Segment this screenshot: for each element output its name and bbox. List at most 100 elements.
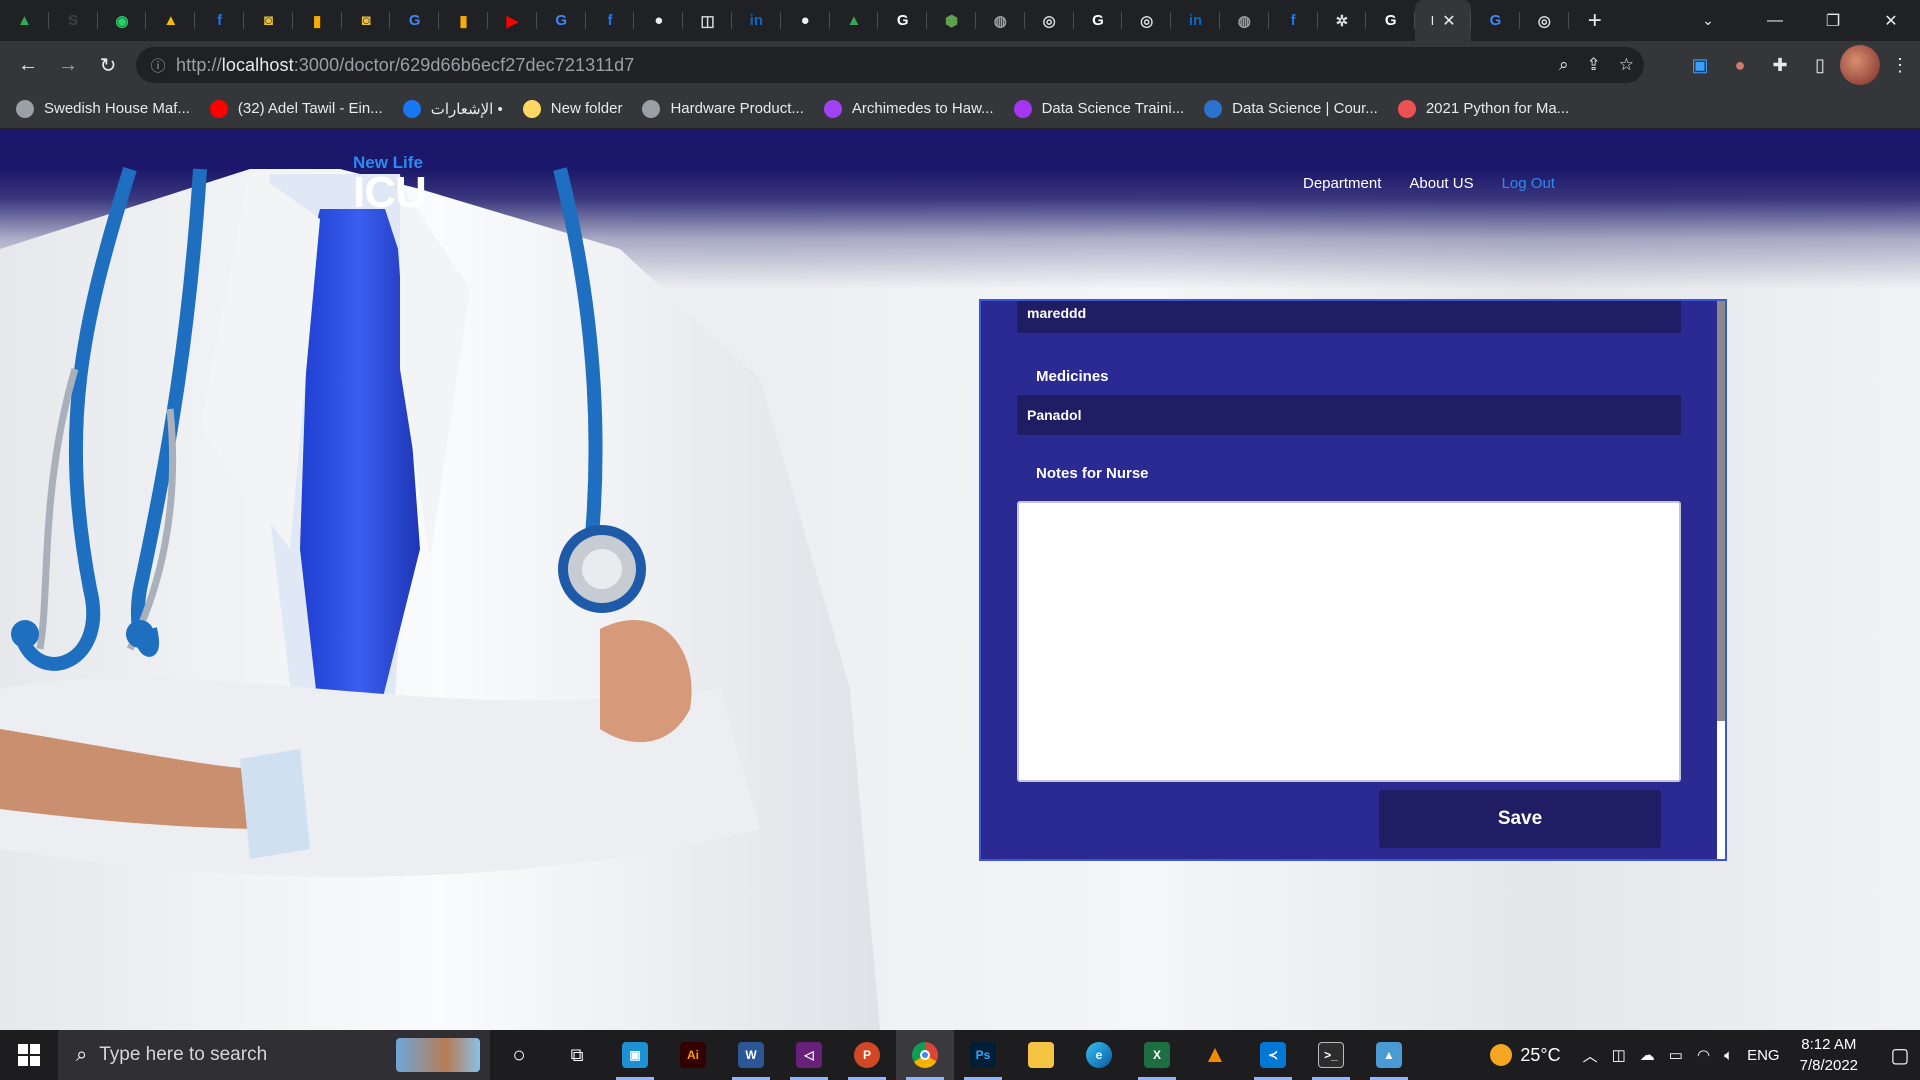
battery-icon[interactable]: ▭ (1669, 1046, 1683, 1064)
powerpoint-icon[interactable]: P (838, 1030, 896, 1080)
chrome-icon[interactable] (896, 1030, 954, 1080)
profile-avatar[interactable] (1840, 45, 1880, 85)
browser-tab[interactable]: ✲ (1318, 0, 1367, 41)
onedrive-icon[interactable]: ☁ (1640, 1046, 1655, 1064)
extension-blue-icon[interactable]: ▣ (1680, 45, 1720, 85)
nav-department-link[interactable]: Department (1303, 175, 1381, 192)
browser-tab[interactable]: ▮ (293, 0, 342, 41)
vlc-icon[interactable]: ▲ (1186, 1030, 1244, 1080)
bookmark-item[interactable]: الإشعارات • (402, 99, 503, 118)
panel-scrollbar[interactable] (1717, 301, 1725, 859)
browser-tab[interactable]: ◙ (342, 0, 391, 41)
browser-tab[interactable]: ⬢ (927, 0, 976, 41)
browser-tab[interactable]: G (878, 0, 927, 41)
photos-icon[interactable]: ▲ (1360, 1030, 1418, 1080)
meet-now-icon[interactable]: ◫ (1612, 1046, 1626, 1064)
browser-tab[interactable]: G (1471, 0, 1520, 41)
terminal-icon[interactable]: >_ (1302, 1030, 1360, 1080)
browser-tab[interactable]: ▲ (0, 0, 49, 41)
bookmark-item[interactable]: (32) Adel Tawil - Ein... (209, 99, 383, 118)
browser-tab[interactable]: G (390, 0, 439, 41)
browser-tab[interactable]: ◎ (1520, 0, 1569, 41)
forward-icon[interactable]: → (48, 45, 88, 85)
tray-chevron-icon[interactable]: ︿ (1583, 1045, 1598, 1066)
close-tab-icon[interactable]: ✕ (1442, 11, 1455, 31)
menu-dots-icon[interactable]: ⋮ (1880, 45, 1920, 85)
minimize-icon[interactable]: — (1746, 0, 1804, 41)
diagnosis-input[interactable]: mareddd (1017, 301, 1681, 333)
start-button[interactable] (0, 1030, 58, 1080)
browser-tab[interactable]: ▶ (488, 0, 537, 41)
browser-tab[interactable]: ◫ (683, 0, 732, 41)
browser-tab-active[interactable]: I ✕ (1415, 0, 1472, 41)
word-icon[interactable]: W (722, 1030, 780, 1080)
browser-tab[interactable]: f (586, 0, 635, 41)
browser-tab[interactable]: G (1074, 0, 1123, 41)
browser-tab[interactable]: ◍ (976, 0, 1025, 41)
scrollbar-thumb[interactable] (1717, 301, 1725, 721)
browser-tab[interactable]: in (732, 0, 781, 41)
save-button[interactable]: Save (1379, 790, 1661, 848)
url-text[interactable]: http://localhost:3000/doctor/629d66b6ecf… (176, 55, 634, 76)
bookmark-item[interactable]: Swedish House Maf... (16, 99, 190, 118)
bookmark-item[interactable]: 2021 Python for Ma... (1397, 99, 1569, 118)
browser-tab[interactable]: in (1171, 0, 1220, 41)
taskbar-clock[interactable]: 8:12 AM 7/8/2022 (1800, 1034, 1858, 1076)
browser-tab[interactable]: ◉ (98, 0, 147, 41)
visual-studio-icon[interactable]: ◁ (780, 1030, 838, 1080)
browser-tab[interactable]: S (49, 0, 98, 41)
new-tab-icon[interactable]: + (1575, 0, 1615, 41)
back-icon[interactable]: ← (8, 45, 48, 85)
task-view-icon[interactable]: ⧉ (548, 1030, 606, 1080)
bookmark-item[interactable]: Data Science | Cour... (1204, 99, 1378, 118)
browser-tab[interactable]: ◙ (244, 0, 293, 41)
photoshop-icon[interactable]: Ps (954, 1030, 1012, 1080)
notes-textarea[interactable] (1017, 501, 1681, 782)
browser-tab[interactable]: ● (781, 0, 830, 41)
volume-icon[interactable]: 🔈︎ (1724, 1047, 1733, 1064)
site-logo[interactable]: New Life ICU (353, 153, 427, 215)
taskbar-search[interactable]: ⌕ Type here to search (58, 1030, 490, 1080)
browser-tab[interactable]: ▲ (146, 0, 195, 41)
bookmark-item[interactable]: Data Science Traini... (1013, 99, 1184, 118)
edge-icon[interactable]: e (1070, 1030, 1128, 1080)
zoom-icon[interactable]: ⌕ (1559, 55, 1569, 75)
vscode-icon[interactable]: ≺ (1244, 1030, 1302, 1080)
bookmark-item[interactable]: Hardware Product... (642, 99, 804, 118)
bookmark-item[interactable]: New folder (522, 99, 622, 118)
browser-tab[interactable]: ● (634, 0, 683, 41)
excel-icon[interactable]: X (1128, 1030, 1186, 1080)
browser-tab[interactable]: ▮ (439, 0, 488, 41)
puzzle-icon[interactable]: ✚ (1760, 45, 1800, 85)
extension-red-icon[interactable]: ● (1720, 45, 1760, 85)
address-bar[interactable]: ⓘ http://localhost:3000/doctor/629d66b6e… (136, 47, 1644, 83)
browser-tab[interactable]: f (195, 0, 244, 41)
restore-icon[interactable]: ❐ (1804, 0, 1862, 41)
medicines-input[interactable]: Panadol (1017, 395, 1681, 435)
reload-icon[interactable]: ↻ (88, 45, 128, 85)
browser-tab[interactable]: G (1366, 0, 1415, 41)
browser-tab[interactable]: f (1269, 0, 1318, 41)
tab-search-icon[interactable]: ⌄ (1688, 0, 1728, 41)
illustrator-icon[interactable]: Ai (664, 1030, 722, 1080)
nav-logout-link[interactable]: Log Out (1502, 175, 1555, 192)
browser-tab[interactable]: ◎ (1122, 0, 1171, 41)
side-panel-icon[interactable]: ▯ (1800, 45, 1840, 85)
weather-temperature[interactable]: 25°C (1520, 1045, 1560, 1066)
browser-tab[interactable]: ▲ (830, 0, 879, 41)
app-blue-icon[interactable]: ▣ (606, 1030, 664, 1080)
browser-tab[interactable]: ◎ (1025, 0, 1074, 41)
wifi-icon[interactable]: ◠ (1697, 1046, 1710, 1064)
site-info-icon[interactable]: ⓘ (140, 55, 176, 76)
cortana-icon[interactable]: ○ (490, 1030, 548, 1080)
weather-sun-icon[interactable] (1490, 1044, 1513, 1066)
browser-tab[interactable]: ◍ (1220, 0, 1269, 41)
share-icon[interactable]: ⇪ (1587, 55, 1601, 75)
language-indicator[interactable]: ENG (1747, 1047, 1780, 1064)
file-explorer-icon[interactable] (1012, 1030, 1070, 1080)
browser-tab[interactable]: G (537, 0, 586, 41)
nav-about-link[interactable]: About US (1409, 175, 1473, 192)
bookmark-item[interactable]: Archimedes to Haw... (823, 99, 994, 118)
notification-icon[interactable]: ▢ (1880, 1043, 1920, 1068)
bookmark-star-icon[interactable]: ☆ (1619, 55, 1634, 75)
